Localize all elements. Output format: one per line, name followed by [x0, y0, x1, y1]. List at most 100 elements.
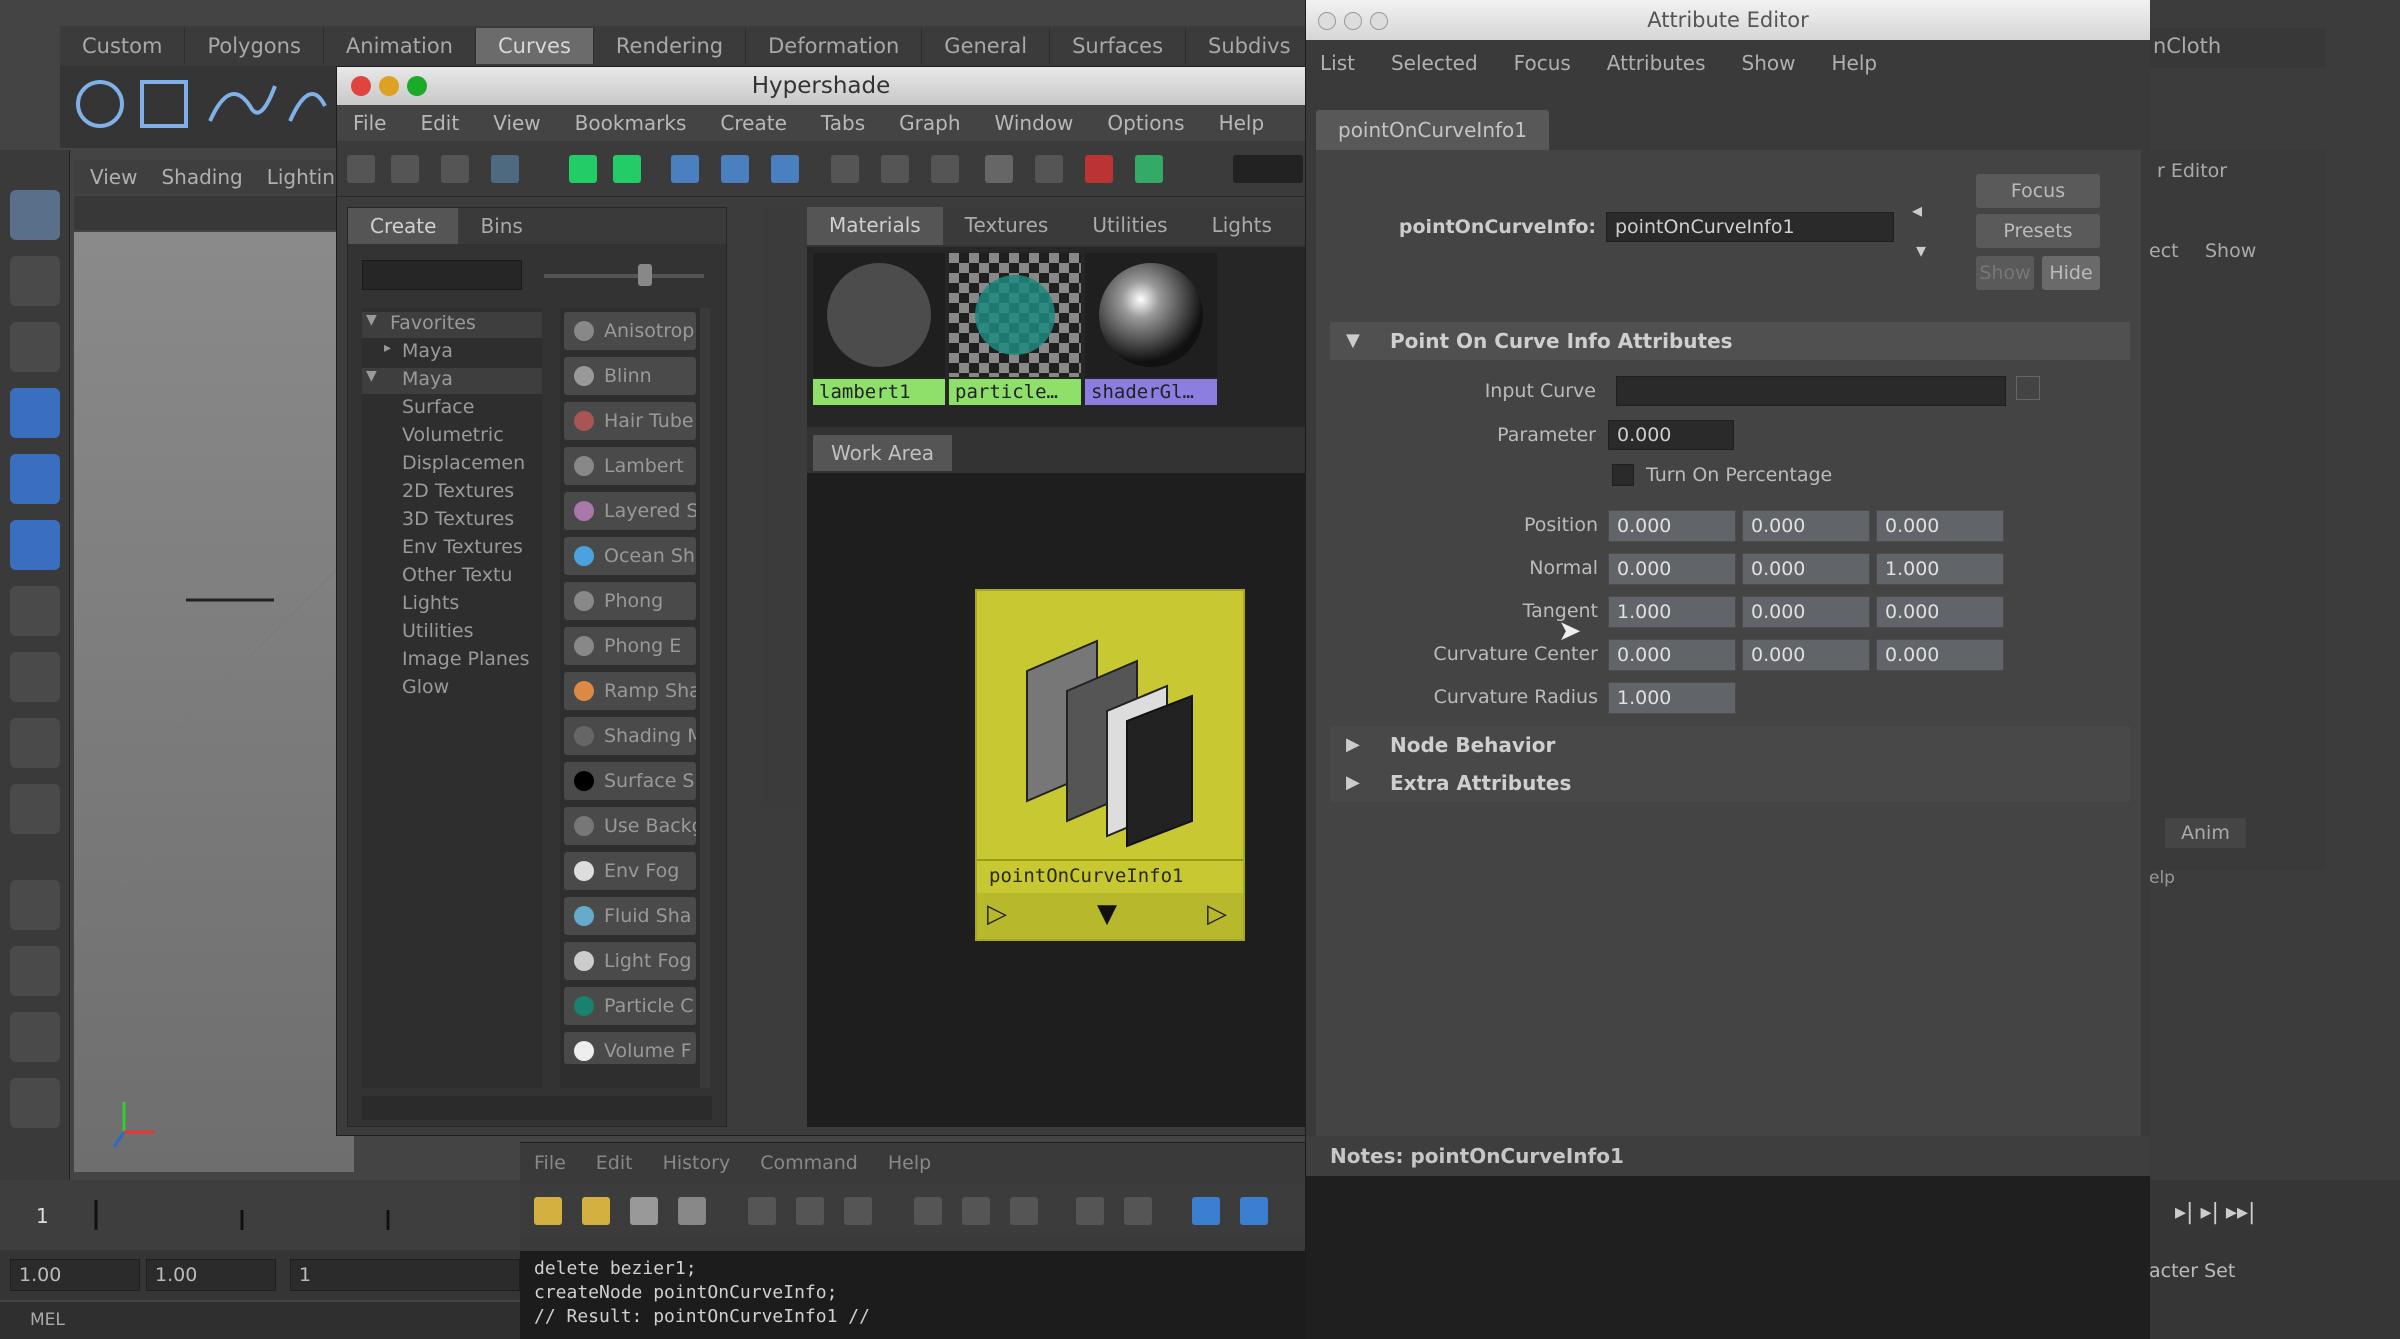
tab-materials[interactable]: Materials: [807, 207, 943, 245]
range-start-input[interactable]: [10, 1259, 140, 1291]
normal-y-field[interactable]: 0.000: [1742, 553, 1870, 585]
hs-menu-graph[interactable]: Graph: [899, 111, 960, 135]
node-volume-fog[interactable]: Volume F: [564, 1032, 696, 1064]
tab-create[interactable]: Create: [348, 208, 459, 244]
range-current-input[interactable]: [146, 1259, 276, 1291]
toggle-create-bar-icon[interactable]: [347, 155, 375, 183]
script-output[interactable]: delete bezier1; createNode pointOnCurveIn…: [520, 1251, 1310, 1339]
ae-menu-attributes[interactable]: Attributes: [1607, 51, 1706, 75]
curvature-radius-field[interactable]: 1.000: [1608, 682, 1736, 714]
node-surface-shader[interactable]: Surface S: [564, 762, 696, 800]
section-extra-attributes[interactable]: ▶ Extra Attributes: [1330, 764, 2130, 802]
layout-both-icon[interactable]: [491, 155, 519, 183]
mel-command-line[interactable]: MEL: [0, 1302, 540, 1339]
tab-point-on-curve-info[interactable]: pointOnCurveInfo1: [1316, 110, 1550, 150]
output-connections-icon[interactable]: [931, 155, 959, 183]
work-area[interactable]: pointOnCurveInfo1 ▷ ▼ ▷: [807, 473, 1307, 1127]
curve-tools-icons[interactable]: [60, 66, 340, 148]
clear-input-icon[interactable]: [796, 1197, 824, 1225]
point-on-curve-info-node[interactable]: pointOnCurveInfo1 ▷ ▼ ▷: [975, 589, 1245, 941]
tree-item-env-textures[interactable]: Env Textures: [362, 536, 542, 562]
tree-item-utilities[interactable]: Utilities: [362, 620, 542, 646]
shelf-tab-general[interactable]: General: [922, 28, 1051, 64]
layer-help-menu[interactable]: elp: [2149, 868, 2175, 888]
map-button-icon[interactable]: [2016, 376, 2040, 400]
node-ocean-shader[interactable]: Ocean Sh: [564, 537, 696, 575]
single-perspective-layout-icon[interactable]: [10, 880, 60, 930]
node-fluid-shape[interactable]: Fluid Sha: [564, 897, 696, 935]
node-light-fog[interactable]: Light Fog: [564, 942, 696, 980]
tree-item-image-planes[interactable]: Image Planes: [362, 648, 542, 674]
rotate-tool-icon[interactable]: [10, 454, 60, 504]
tangent-z-field[interactable]: 0.000: [1876, 596, 2004, 628]
save-script-icon[interactable]: [630, 1197, 658, 1225]
tree-item-volumetric[interactable]: Volumetric: [362, 424, 542, 450]
position-x-field[interactable]: 0.000: [1608, 510, 1736, 542]
create-search-input[interactable]: [362, 260, 522, 290]
go-to-input-icon[interactable]: ◂: [1912, 198, 1922, 222]
ae-menu-show[interactable]: Show: [1742, 51, 1796, 75]
move-tool-icon[interactable]: [10, 388, 60, 438]
echo-commands-icon[interactable]: [1076, 1197, 1104, 1225]
node-hair-tube[interactable]: Hair Tube: [564, 402, 696, 440]
show-grid-icon[interactable]: [569, 155, 597, 183]
shelf-tab-polygons[interactable]: Polygons: [185, 28, 324, 64]
hs-side-toolbar[interactable]: [763, 207, 799, 807]
range-sub-input[interactable]: [290, 1259, 520, 1291]
ae-menu-help[interactable]: Help: [1832, 51, 1878, 75]
save-to-shelf-icon[interactable]: [678, 1197, 706, 1225]
layout-top-icon[interactable]: [391, 155, 419, 183]
input-connections-icon[interactable]: [831, 155, 859, 183]
ae-menu-list[interactable]: List: [1320, 51, 1355, 75]
universal-manipulator-icon[interactable]: [10, 586, 60, 636]
snap-grid-icon[interactable]: [613, 155, 641, 183]
expand-node-icon[interactable]: ▼: [1097, 899, 1117, 929]
render-icon[interactable]: [1085, 155, 1113, 183]
shelf-tab-rendering[interactable]: Rendering: [594, 28, 747, 64]
tree-item-lights[interactable]: Lights: [362, 592, 542, 618]
ipr-render-icon[interactable]: [1135, 155, 1163, 183]
node-use-background[interactable]: Use Backg: [564, 807, 696, 845]
viewport-menu-view[interactable]: View: [90, 165, 137, 189]
graph-downstream-icon[interactable]: [771, 155, 799, 183]
hs-menu-window[interactable]: Window: [995, 111, 1074, 135]
ncloth-shelf-tab[interactable]: nCloth: [2145, 28, 2325, 68]
tree-item-favorites[interactable]: ▼ Favorites: [362, 312, 542, 338]
soft-modification-icon[interactable]: [10, 652, 60, 702]
shelf-tab-subdivs[interactable]: Subdivs: [1186, 28, 1314, 64]
create-panel-h-scrollbar[interactable]: [362, 1096, 712, 1120]
clear-graph-icon[interactable]: [985, 155, 1013, 183]
se-menu-file[interactable]: File: [534, 1152, 566, 1174]
node-phong[interactable]: Phong: [564, 582, 696, 620]
minimize-icon[interactable]: [1344, 12, 1362, 30]
se-menu-command[interactable]: Command: [760, 1152, 858, 1174]
perspective-viewport[interactable]: [73, 232, 355, 1172]
presets-button[interactable]: Presets: [1976, 214, 2100, 248]
output-port-icon[interactable]: ▷: [1207, 899, 1227, 929]
tree-item-2d-textures[interactable]: 2D Textures: [362, 480, 542, 506]
curvature-center-x-field[interactable]: 0.000: [1608, 639, 1736, 671]
swatch-shader-glow[interactable]: [1085, 253, 1217, 377]
tree-item-other-textures[interactable]: Other Textu: [362, 564, 542, 590]
tree-item-glow[interactable]: Glow: [362, 676, 542, 702]
tab-work-area[interactable]: Work Area: [813, 435, 953, 471]
swatch-lambert1[interactable]: [813, 253, 945, 377]
close-icon[interactable]: [351, 76, 371, 96]
channel-box-select[interactable]: ect: [2149, 240, 2179, 262]
layout-bottom-icon[interactable]: [441, 155, 469, 183]
position-z-field[interactable]: 0.000: [1876, 510, 2004, 542]
minimize-icon[interactable]: [379, 76, 399, 96]
zoom-icon[interactable]: [407, 76, 427, 96]
time-slider[interactable]: 1: [0, 1180, 540, 1250]
hs-menu-view[interactable]: View: [493, 111, 540, 135]
normal-x-field[interactable]: 0.000: [1608, 553, 1736, 585]
lasso-tool-icon[interactable]: [10, 256, 60, 306]
hs-search-field[interactable]: [1233, 155, 1303, 183]
hypershade-layout-icon[interactable]: [10, 1078, 60, 1128]
select-tool-icon[interactable]: [10, 190, 60, 240]
tab-lights[interactable]: Lights: [1190, 207, 1294, 245]
zoom-icon[interactable]: [1370, 12, 1388, 30]
tangent-y-field[interactable]: 0.000: [1742, 596, 1870, 628]
open-script-icon[interactable]: [534, 1197, 562, 1225]
paint-select-tool-icon[interactable]: [10, 322, 60, 372]
